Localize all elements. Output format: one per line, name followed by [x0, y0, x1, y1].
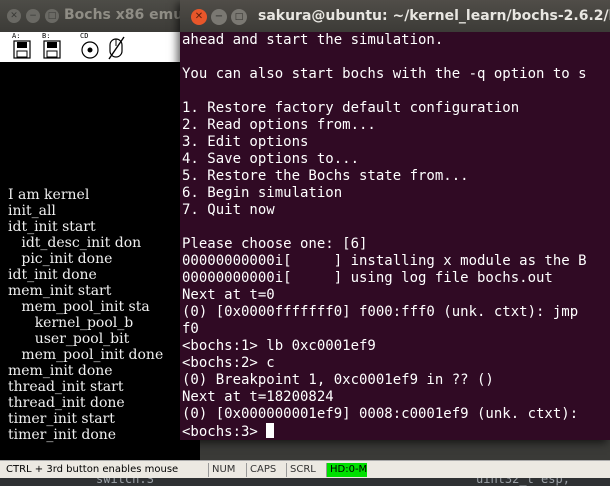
terminal-line: 1. Restore factory default configuration: [182, 100, 520, 116]
terminal-line: Please choose one: [6]: [182, 236, 368, 252]
boot-line: mem_init done: [8, 363, 113, 379]
floppy-b-label: B:: [42, 32, 51, 40]
terminal-line: 3. Edit options: [182, 134, 309, 150]
floppy-b-button[interactable]: B:: [42, 32, 62, 60]
terminal-cursor: [266, 423, 275, 438]
scroll-lock-indicator: SCRL: [286, 463, 316, 477]
boot-line: mem_pool_init sta: [8, 299, 150, 315]
terminal-minimize-button[interactable]: −: [211, 9, 227, 25]
background-code-text: uint32_t esp;: [476, 478, 570, 486]
caps-lock-indicator: CAPS: [246, 463, 276, 477]
boot-line: thread_init start: [8, 379, 124, 395]
terminal-line: f0: [182, 321, 199, 337]
terminal-window-title: sakura@ubuntu: ~/kernel_learn/bochs-2.6.…: [258, 8, 610, 24]
terminal-line: <bochs:2> c: [182, 355, 275, 371]
terminal-line: 2. Read options from...: [182, 117, 376, 133]
boot-log: I am kernel init_all idt_init start idt_…: [8, 187, 163, 443]
terminal-line: (0) [0x0000fffffff0] f000:fff0 (unk. ctx…: [182, 304, 587, 320]
boot-line: user_pool_bit: [8, 331, 130, 347]
terminal-window: ✕ − □ sakura@ubuntu: ~/kernel_learn/boch…: [180, 0, 610, 440]
terminal-line: 7. Quit now: [182, 202, 275, 218]
boot-line: init_all: [8, 203, 56, 219]
terminal-line: (0) [0x000000001ef9] 0008:c0001ef9 (unk.…: [182, 406, 587, 422]
boot-line: mem_pool_init done: [8, 347, 164, 363]
terminal-line: <bochs:1> lb 0xc0001ef9: [182, 338, 376, 354]
hd-activity-indicator: HD:0-M: [326, 463, 368, 477]
boot-line: timer_init start: [8, 411, 115, 427]
terminal-close-button[interactable]: ✕: [191, 9, 207, 25]
terminal-line: Next at t=18200824: [182, 389, 334, 405]
terminal-line: ahead and start the simulation.: [182, 32, 444, 48]
bochs-titlebar[interactable]: ✕ − □ Bochs x86 emula: [0, 0, 200, 32]
num-lock-indicator: NUM: [208, 463, 235, 477]
floppy-a-label: A:: [12, 32, 21, 40]
terminal-output[interactable]: ahead and start the simulation. You can …: [182, 32, 610, 440]
floppy-a-button[interactable]: A:: [12, 32, 32, 60]
terminal-prompt: <bochs:3>: [182, 424, 267, 440]
boot-line: kernel_pool_b: [8, 315, 134, 331]
boot-line: thread_init done: [8, 395, 125, 411]
mouse-icon: [108, 36, 125, 60]
bochs-statusbar: CTRL + 3rd button enables mouse NUM CAPS…: [0, 460, 610, 479]
terminal-lines: ahead and start the simulation. You can …: [182, 32, 610, 440]
cdrom-button[interactable]: CD: [80, 32, 100, 60]
mouse-hint-text: CTRL + 3rd button enables mouse: [6, 464, 179, 475]
terminal-line: 00000000000i[ ] using log file bochs.out: [182, 270, 553, 286]
bochs-maximize-button[interactable]: □: [45, 9, 59, 23]
cdrom-label: CD: [80, 32, 89, 40]
terminal-line: 5. Restore the Bochs state from...: [182, 168, 469, 184]
bochs-minimize-button[interactable]: −: [26, 9, 40, 23]
mouse-button[interactable]: [106, 33, 126, 60]
boot-line: idt_init done: [8, 267, 97, 283]
bochs-toolbar: A: B: CD: [0, 32, 200, 62]
terminal-titlebar[interactable]: ✕ − □ sakura@ubuntu: ~/kernel_learn/boch…: [180, 0, 610, 32]
background-editor-strip: switch.S uint32_t esp;: [0, 478, 610, 486]
boot-line: idt_desc_init don: [8, 235, 142, 251]
terminal-line: You can also start bochs with the -q opt…: [182, 66, 587, 82]
terminal-maximize-button[interactable]: □: [231, 9, 247, 25]
terminal-line: Next at t=0: [182, 287, 275, 303]
boot-line: timer_init done: [8, 427, 117, 443]
background-file-tab: switch.S: [96, 478, 154, 486]
boot-line: I am kernel: [8, 187, 90, 203]
boot-line: pic_init done: [8, 251, 113, 267]
terminal-line: (0) Breakpoint 1, 0xc0001ef9 in ?? (): [182, 372, 494, 388]
terminal-line: 00000000000i[ ] installing x module as t…: [182, 253, 587, 269]
bochs-close-button[interactable]: ✕: [7, 9, 21, 23]
bochs-window-title: Bochs x86 emula: [64, 7, 198, 23]
boot-line: idt_init start: [8, 219, 96, 235]
terminal-line: 4. Save options to...: [182, 151, 360, 167]
terminal-line: 6. Begin simulation: [182, 185, 343, 201]
terminal-prompt-line[interactable]: <bochs:3>: [182, 423, 610, 440]
boot-line: mem_init start: [8, 283, 112, 299]
bochs-display[interactable]: I am kernel init_all idt_init start idt_…: [0, 62, 200, 460]
